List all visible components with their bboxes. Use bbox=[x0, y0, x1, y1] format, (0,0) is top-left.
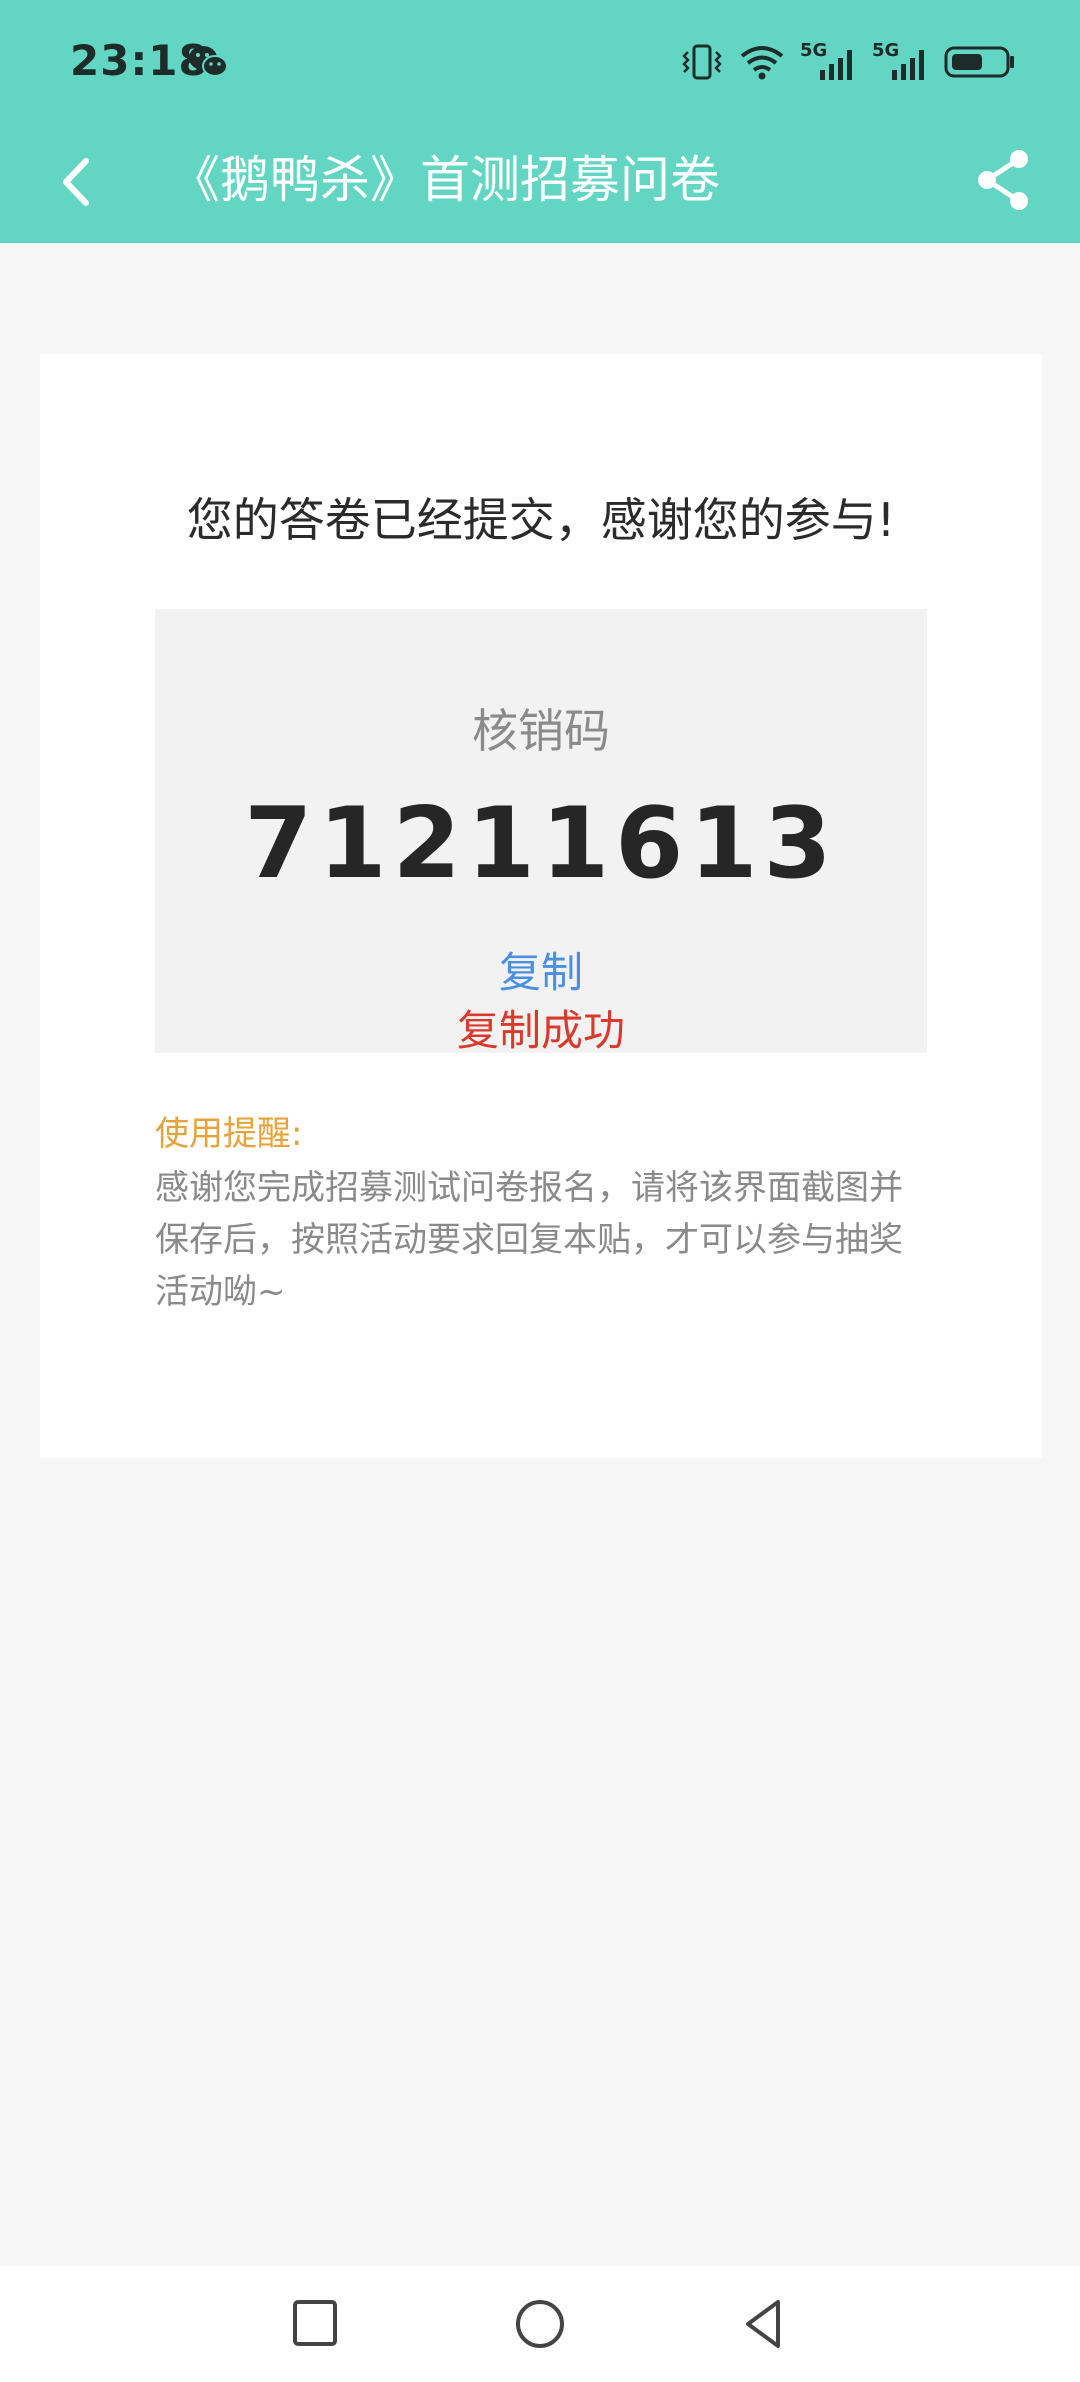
code-box: 核销码 71211613 复制 复制成功 bbox=[155, 609, 927, 1055]
code-value: 71211613 bbox=[244, 787, 838, 901]
copy-success-message: 复制成功 bbox=[456, 1006, 625, 1055]
wifi-icon bbox=[740, 46, 784, 80]
square-icon[interactable] bbox=[280, 2294, 350, 2354]
system-nav-bar bbox=[0, 2266, 1080, 2382]
share-icon[interactable] bbox=[973, 145, 1035, 215]
copy-button[interactable]: 复制 bbox=[155, 939, 927, 1000]
page-title: 《鹅鸭杀》首测招募问卷 bbox=[170, 151, 720, 209]
code-label: 核销码 bbox=[472, 704, 610, 758]
submit-message: 您的答卷已经提交，感谢您的参与! bbox=[186, 493, 896, 547]
status-icons: 5G 5G bbox=[680, 38, 1016, 86]
tip-text: 感谢您完成招募测试问卷报名，请将该界面截图并保存后，按照活动要求回复本贴，才可以… bbox=[155, 1168, 903, 1312]
signal-5g-icon: 5G bbox=[800, 40, 858, 82]
battery-icon bbox=[944, 46, 1014, 78]
wechat-icon bbox=[189, 46, 228, 77]
status-bar: 23:18 5G 5G bbox=[0, 0, 1080, 125]
tip-title: 使用提醒: bbox=[155, 1114, 303, 1154]
triangle-back-icon[interactable] bbox=[730, 2294, 800, 2354]
vibrate-icon bbox=[682, 44, 722, 80]
chevron-left-icon[interactable] bbox=[50, 147, 110, 217]
result-card: 您的答卷已经提交，感谢您的参与! 核销码 71211613 复制 复制成功 使用… bbox=[40, 354, 1042, 1458]
top-bar: 23:18 5G 5G 《鹅鸭杀》首测招募问卷 bbox=[0, 0, 1080, 243]
signal-5g-icon: 5G bbox=[872, 40, 930, 82]
circle-icon[interactable] bbox=[505, 2294, 575, 2354]
app-header: 《鹅鸭杀》首测招募问卷 bbox=[0, 125, 1080, 243]
